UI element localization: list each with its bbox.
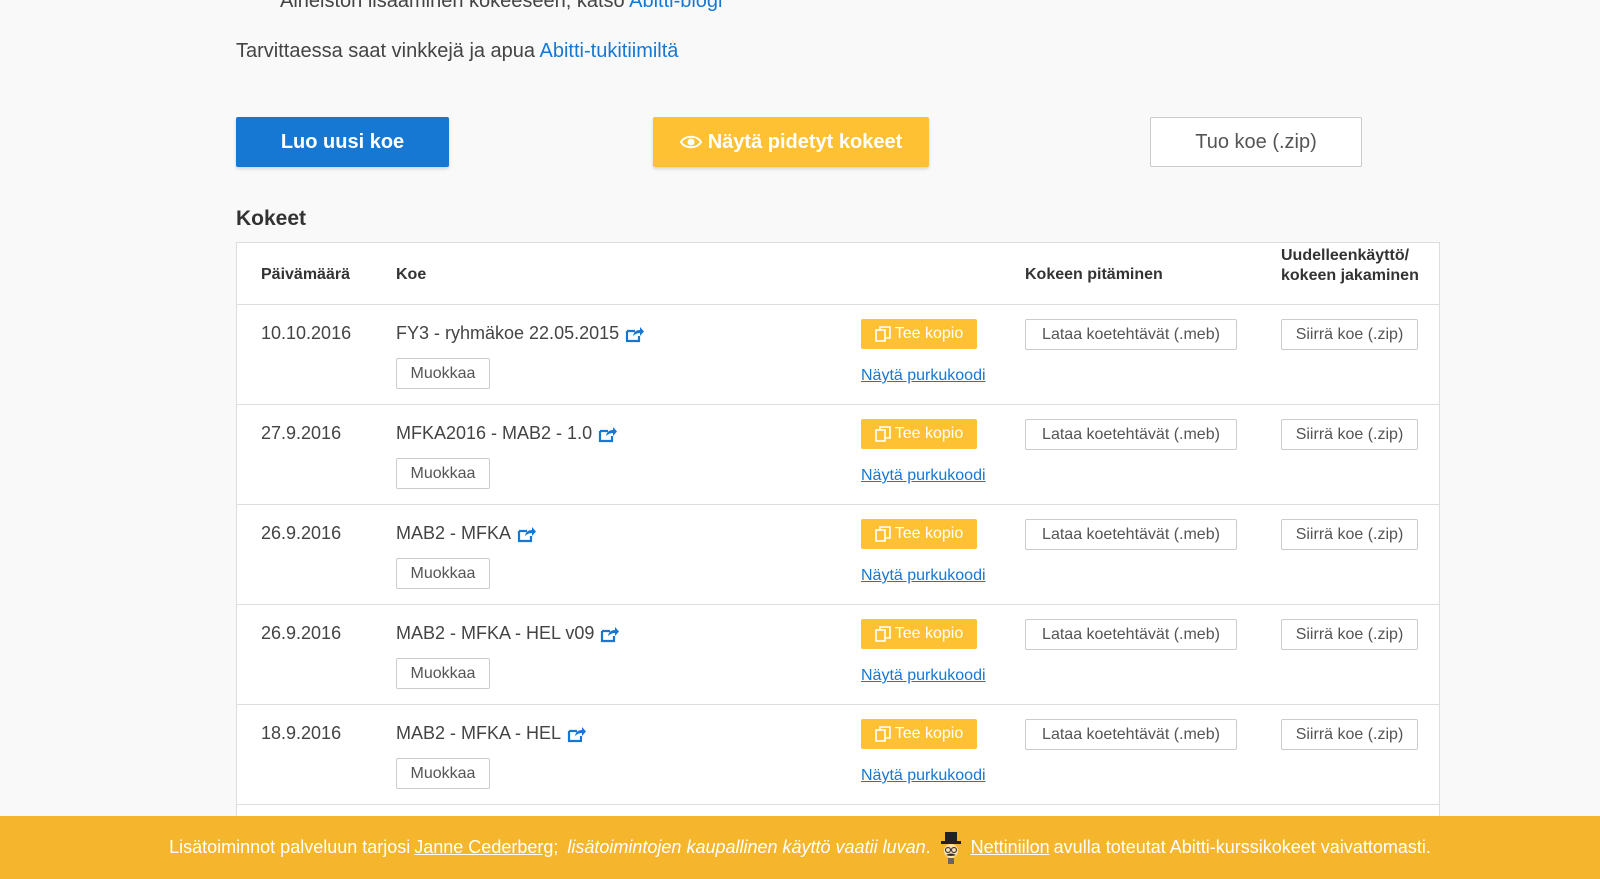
exam-date: 18.9.2016: [261, 723, 342, 743]
header-holding: Kokeen pitäminen: [1025, 266, 1163, 283]
exam-title: MAB2 - MFKA - HEL v09: [396, 623, 595, 643]
edit-button[interactable]: Muokkaa: [396, 358, 490, 389]
author-link[interactable]: Janne Cederberg: [414, 837, 553, 858]
show-decryption-code-link[interactable]: Näytä purkukoodi: [861, 567, 986, 585]
table-row: 26.9.2016 MAB2 - MFKA Muokkaa Tee kopio …: [237, 505, 1439, 605]
exams-heading: Kokeet: [236, 207, 307, 230]
blog-hint: Aineiston lisääminen kokeeseen, katso Ab…: [280, 0, 723, 13]
blog-hint-text: Aineiston lisääminen kokeeseen, katso: [280, 0, 625, 12]
support-link[interactable]: Abitti-tukitiimiltä: [540, 40, 679, 62]
eye-icon: [679, 135, 702, 149]
table-row: 18.9.2016 MAB2 - MFKA - HEL Muokkaa Tee …: [237, 705, 1439, 805]
copy-button[interactable]: Tee kopio: [861, 319, 977, 349]
download-exam-button[interactable]: Lataa koetehtävät (.meb): [1025, 619, 1237, 650]
header-date: Päivämäärä: [261, 266, 350, 283]
exam-date: 26.9.2016: [261, 623, 342, 643]
footer-period: .: [925, 837, 931, 857]
help-text: Tarvittaessa saat vinkkejä ja apua: [236, 40, 536, 62]
exam-title: FY3 - ryhmäkoe 22.05.2015: [396, 323, 620, 343]
footer-banner: Lisätoiminnot palveluun tarjosi Janne Ce…: [0, 816, 1600, 879]
copy-label: Tee kopio: [894, 625, 964, 642]
copy-label: Tee kopio: [894, 525, 964, 542]
transfer-exam-button[interactable]: Siirrä koe (.zip): [1281, 419, 1418, 450]
download-exam-button[interactable]: Lataa koetehtävät (.meb): [1025, 519, 1237, 550]
header-reuse: Uudelleenkäyttö/ kokeen jakaminen: [1281, 247, 1419, 284]
help-line: Tarvittaessa saat vinkkejä ja apua Abitt…: [236, 40, 678, 63]
copy-icon: [874, 326, 891, 342]
create-exam-button[interactable]: Luo uusi koe: [236, 117, 449, 167]
show-decryption-code-link[interactable]: Näytä purkukoodi: [861, 467, 986, 485]
blog-link[interactable]: Abitti-blogi: [629, 0, 722, 12]
share-icon[interactable]: [517, 525, 537, 543]
exam-date: 27.9.2016: [261, 423, 342, 443]
transfer-exam-button[interactable]: Siirrä koe (.zip): [1281, 319, 1418, 350]
header-exam: Koe: [396, 266, 427, 283]
show-decryption-code-link[interactable]: Näytä purkukoodi: [861, 367, 986, 385]
table-row: 10.10.2016 FY3 - ryhmäkoe 22.05.2015 Muo…: [237, 305, 1439, 405]
table-body: 10.10.2016 FY3 - ryhmäkoe 22.05.2015 Muo…: [237, 305, 1439, 805]
exam-title: MAB2 - MFKA: [396, 523, 512, 543]
edit-button[interactable]: Muokkaa: [396, 458, 490, 489]
footer-license-note: lisätoimintojen kaupallinen käyttö vaati…: [567, 837, 926, 857]
exam-title: MAB2 - MFKA - HEL: [396, 723, 562, 743]
copy-button[interactable]: Tee kopio: [861, 519, 977, 549]
download-exam-button[interactable]: Lataa koetehtävät (.meb): [1025, 419, 1237, 450]
nettiniilo-link[interactable]: Nettiniilon: [971, 837, 1050, 858]
exam-date: 26.9.2016: [261, 523, 342, 543]
exam-title: MFKA2016 - MAB2 - 1.0: [396, 423, 593, 443]
edit-button[interactable]: Muokkaa: [396, 758, 490, 789]
exam-name: FY3 - ryhmäkoe 22.05.2015: [396, 323, 645, 344]
copy-button[interactable]: Tee kopio: [861, 719, 977, 749]
edit-button[interactable]: Muokkaa: [396, 658, 490, 689]
download-exam-button[interactable]: Lataa koetehtävät (.meb): [1025, 719, 1237, 750]
download-exam-button[interactable]: Lataa koetehtävät (.meb): [1025, 319, 1237, 350]
exams-table: Päivämäärä Koe Kokeen pitäminen Uudellee…: [236, 242, 1440, 822]
edit-button[interactable]: Muokkaa: [396, 558, 490, 589]
show-decryption-code-link[interactable]: Näytä purkukoodi: [861, 667, 986, 685]
copy-icon: [874, 526, 891, 542]
table-row: 26.9.2016 MAB2 - MFKA - HEL v09 Muokkaa …: [237, 605, 1439, 705]
transfer-exam-button[interactable]: Siirrä koe (.zip): [1281, 619, 1418, 650]
show-decryption-code-link[interactable]: Näytä purkukoodi: [861, 767, 986, 785]
exam-name: MAB2 - MFKA: [396, 523, 537, 544]
copy-button[interactable]: Tee kopio: [861, 419, 977, 449]
footer-text-4: avulla toteutat Abitti-kurssikokeet vaiv…: [1053, 837, 1431, 857]
transfer-exam-button[interactable]: Siirrä koe (.zip): [1281, 519, 1418, 550]
table-row: 27.9.2016 MFKA2016 - MAB2 - 1.0 Muokkaa …: [237, 405, 1439, 505]
share-icon[interactable]: [567, 725, 587, 743]
share-icon[interactable]: [625, 325, 645, 343]
show-held-exams-label: Näytä pidetyt kokeet: [707, 130, 903, 153]
copy-icon: [874, 426, 891, 442]
copy-button[interactable]: Tee kopio: [861, 619, 977, 649]
copy-label: Tee kopio: [894, 725, 964, 742]
exam-name: MAB2 - MFKA - HEL v09: [396, 623, 620, 644]
nettiniilo-mascot-icon: [940, 831, 961, 864]
copy-label: Tee kopio: [894, 425, 964, 442]
share-icon[interactable]: [598, 425, 618, 443]
table-header: Päivämäärä Koe Kokeen pitäminen Uudellee…: [237, 243, 1439, 305]
transfer-exam-button[interactable]: Siirrä koe (.zip): [1281, 719, 1418, 750]
footer-text-1: Lisätoiminnot palveluun tarjosi: [169, 837, 411, 857]
share-icon[interactable]: [600, 625, 620, 643]
copy-icon: [874, 626, 891, 642]
copy-label: Tee kopio: [894, 325, 964, 342]
import-exam-button[interactable]: Tuo koe (.zip): [1150, 117, 1362, 167]
exam-date: 10.10.2016: [261, 323, 352, 343]
exam-name: MAB2 - MFKA - HEL: [396, 723, 587, 744]
show-held-exams-button[interactable]: Näytä pidetyt kokeet: [653, 117, 929, 167]
exam-name: MFKA2016 - MAB2 - 1.0: [396, 423, 618, 444]
copy-icon: [874, 726, 891, 742]
footer-separator: ;: [553, 837, 564, 857]
